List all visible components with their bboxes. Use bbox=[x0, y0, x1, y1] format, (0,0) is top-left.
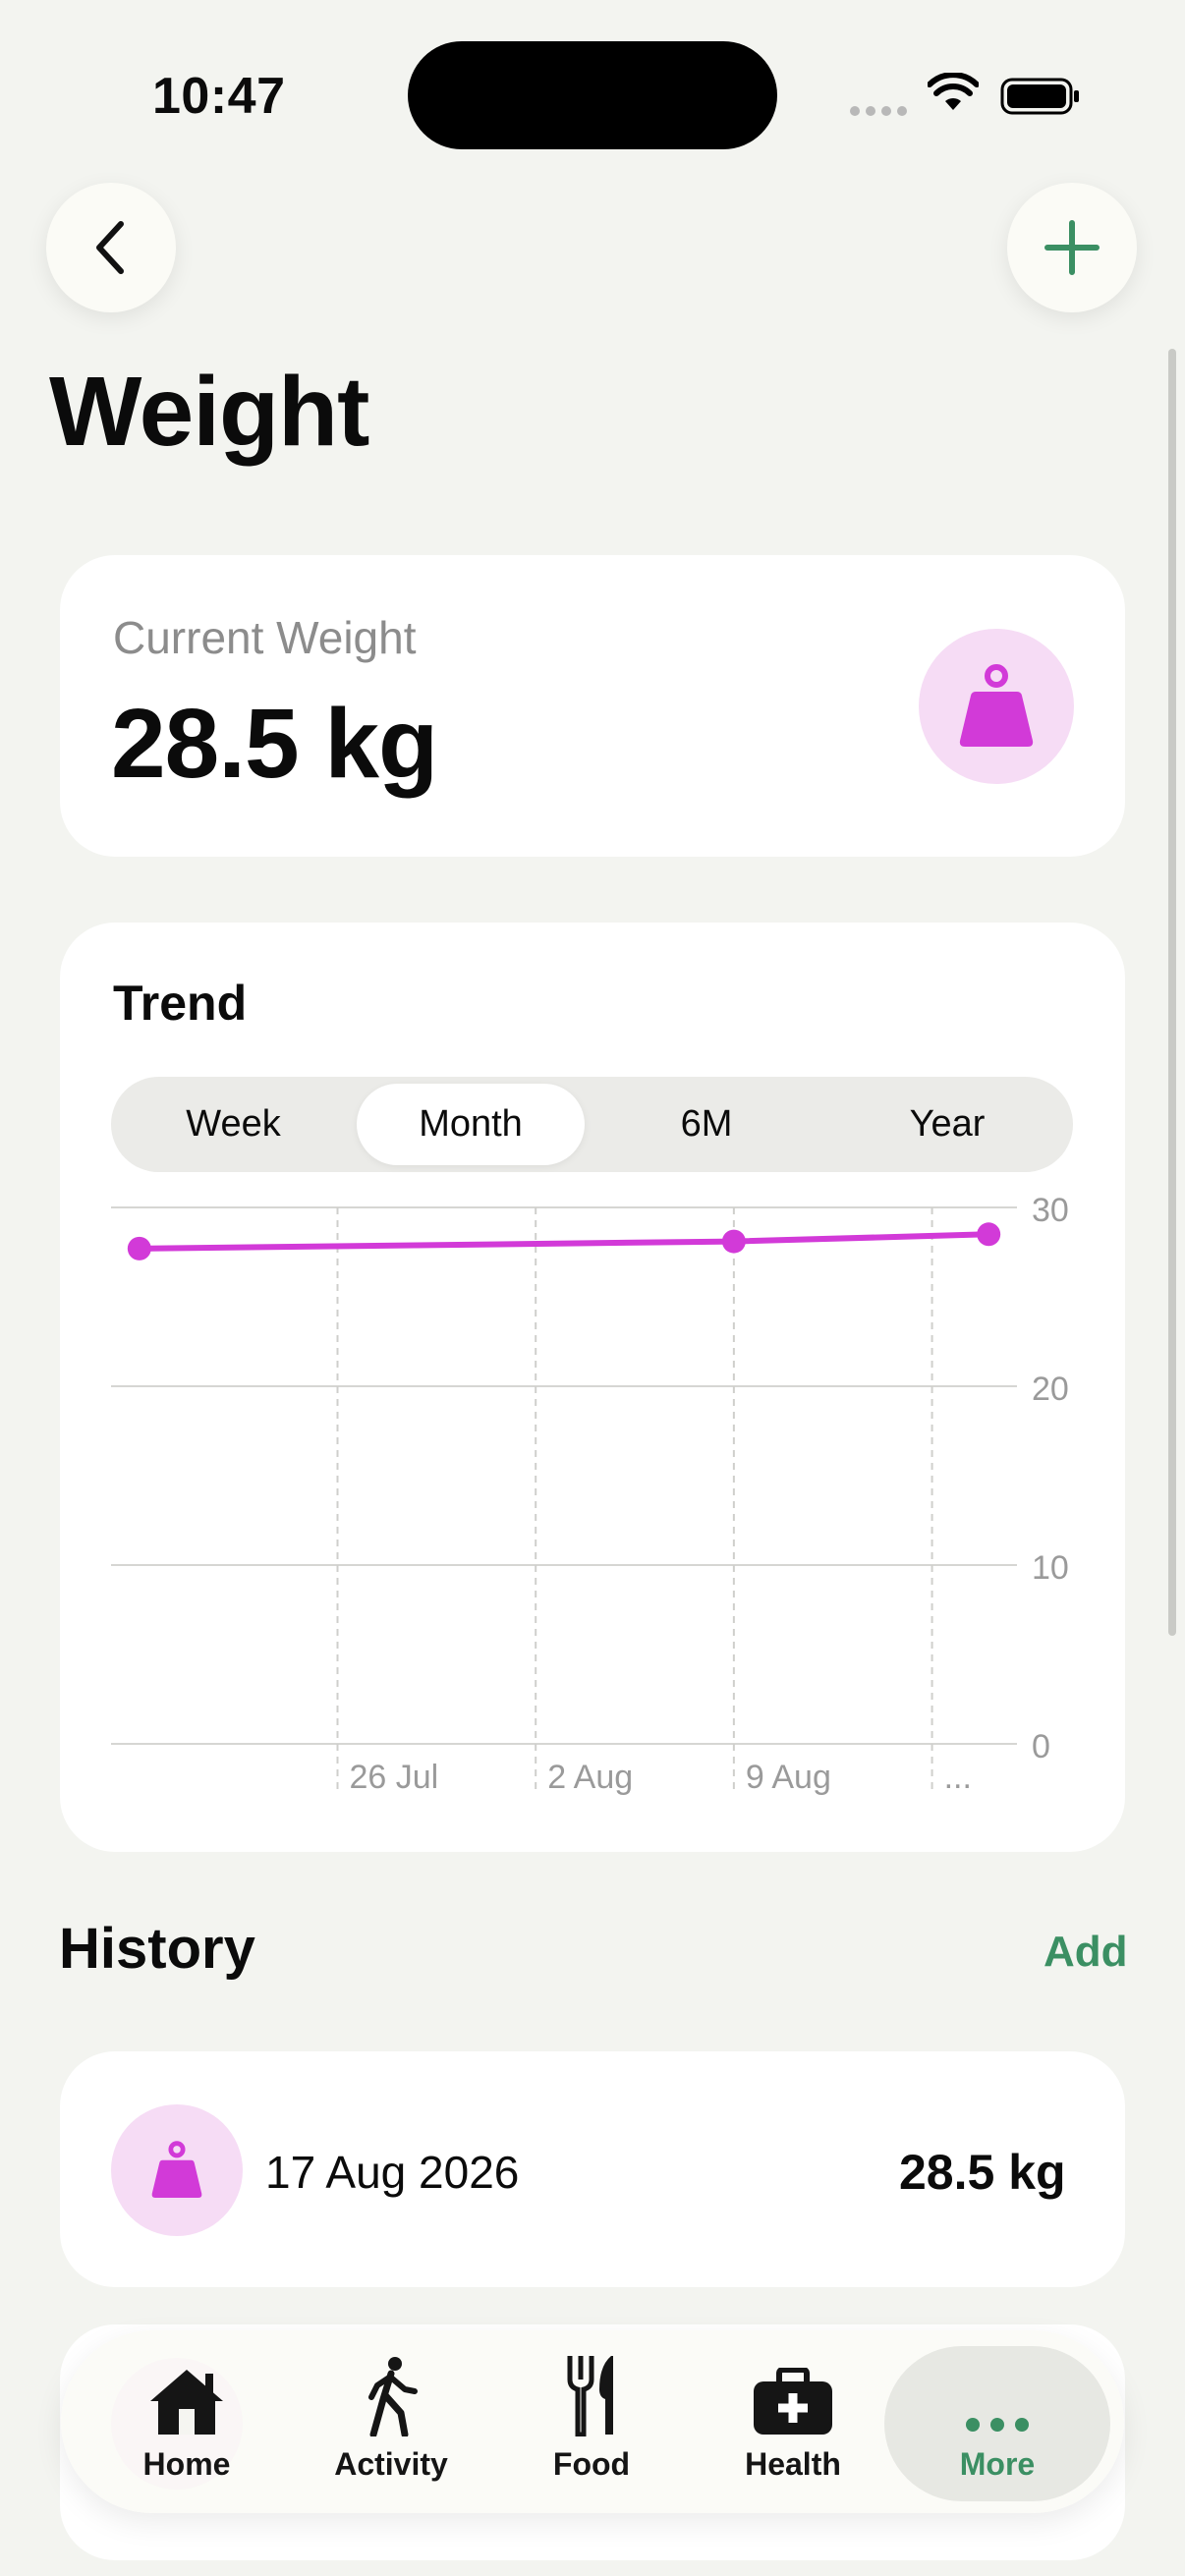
tab-health-label: Health bbox=[745, 2446, 841, 2482]
cellular-signal-icon bbox=[850, 106, 907, 116]
tab-more-label: More bbox=[959, 2446, 1036, 2482]
battery-icon bbox=[1000, 78, 1079, 115]
weight-icon-badge bbox=[919, 629, 1074, 784]
tab-more[interactable]: More bbox=[919, 2354, 1076, 2492]
current-weight-value: 28.5 kg bbox=[111, 689, 438, 799]
trend-card bbox=[60, 923, 1125, 1852]
range-6m[interactable]: 6M bbox=[592, 1084, 820, 1165]
history-add-button[interactable]: Add bbox=[1044, 1928, 1128, 1977]
ellipsis-icon bbox=[966, 2418, 1029, 2432]
back-button[interactable] bbox=[46, 183, 176, 312]
status-time: 10:47 bbox=[152, 68, 286, 125]
add-entry-button[interactable] bbox=[1007, 183, 1137, 312]
wifi-icon bbox=[928, 73, 979, 110]
fork-knife-icon bbox=[567, 2356, 613, 2436]
tab-home[interactable]: Home bbox=[108, 2354, 265, 2492]
range-week[interactable]: Week bbox=[117, 1084, 350, 1165]
scroll-indicator[interactable] bbox=[1168, 349, 1176, 1636]
history-row-value: 28.5 kg bbox=[899, 2145, 1066, 2200]
range-year[interactable]: Year bbox=[828, 1084, 1066, 1165]
kettlebell-weight-icon bbox=[959, 664, 1034, 747]
tab-activity[interactable]: Activity bbox=[312, 2354, 470, 2492]
medical-kit-icon bbox=[754, 2368, 832, 2435]
tab-food[interactable]: Food bbox=[513, 2354, 670, 2492]
history-row-icon-badge bbox=[111, 2104, 243, 2236]
history-title: History bbox=[59, 1917, 255, 1981]
history-row-date: 17 Aug 2026 bbox=[265, 2147, 520, 2198]
chevron-left-icon bbox=[96, 221, 124, 274]
trend-title: Trend bbox=[113, 976, 248, 1031]
walking-figure-icon bbox=[368, 2357, 418, 2436]
kettlebell-weight-icon bbox=[151, 2141, 202, 2198]
dynamic-island bbox=[408, 41, 777, 149]
tab-home-label: Home bbox=[142, 2446, 231, 2482]
plus-icon bbox=[1044, 220, 1100, 275]
current-weight-label: Current Weight bbox=[113, 612, 417, 663]
tab-food-label: Food bbox=[552, 2446, 631, 2482]
tab-health[interactable]: Health bbox=[714, 2354, 872, 2492]
range-segmented-control: Week Month 6M Year bbox=[111, 1077, 1073, 1172]
house-icon bbox=[150, 2370, 223, 2435]
tab-activity-label: Activity bbox=[334, 2446, 448, 2482]
page-title: Weight bbox=[49, 357, 369, 467]
range-month[interactable]: Month bbox=[357, 1084, 585, 1165]
